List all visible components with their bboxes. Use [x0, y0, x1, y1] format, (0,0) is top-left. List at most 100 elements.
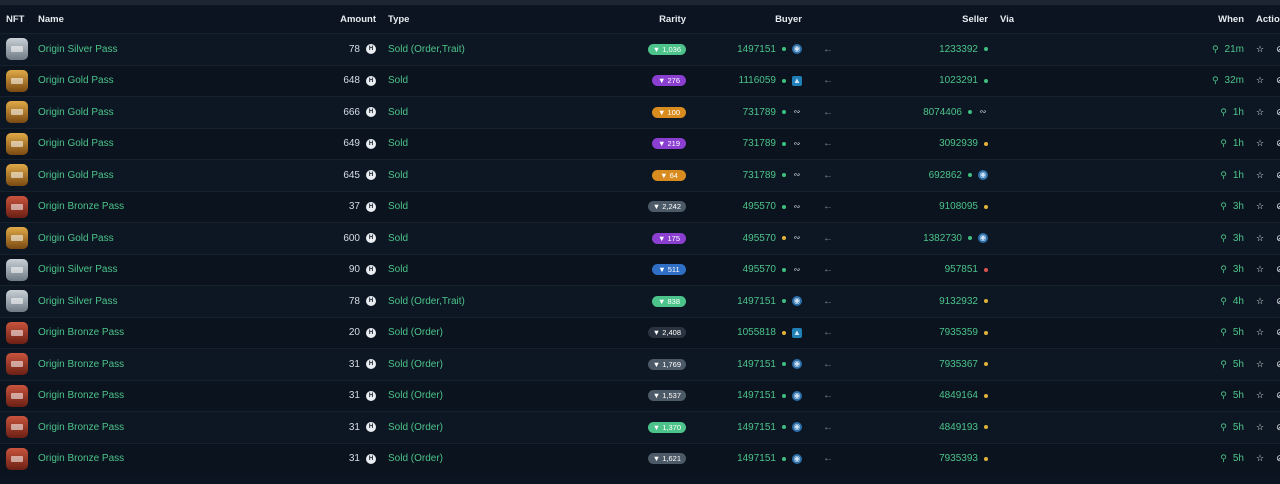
seller-id[interactable]: 9108095 — [939, 201, 978, 212]
when-cell[interactable]: ⚲ 3h — [1134, 222, 1250, 254]
star-icon[interactable]: ☆ — [1256, 327, 1264, 337]
hide-icon[interactable]: ⊘ — [1276, 422, 1280, 432]
seller-id[interactable]: 4849164 — [939, 390, 978, 401]
header-amount[interactable]: Amount — [212, 5, 382, 34]
star-icon[interactable]: ☆ — [1256, 75, 1264, 85]
seller-cell[interactable]: 1233392 — [848, 33, 994, 65]
nft-cell[interactable] — [0, 159, 32, 191]
nft-name[interactable]: Origin Gold Pass — [32, 222, 212, 254]
nft-thumbnail[interactable] — [6, 290, 28, 313]
table-row[interactable]: Origin Silver Pass 78 H Sold (Order,Trait) ▼… — [0, 285, 1280, 317]
when-cell[interactable]: ⚲ 21m — [1134, 33, 1250, 65]
seller-cell[interactable]: 9132932 — [848, 285, 994, 317]
seller-cell[interactable]: 3092939 — [848, 127, 994, 160]
nft-thumbnail[interactable] — [6, 101, 28, 124]
hide-icon[interactable]: ⊘ — [1276, 107, 1280, 117]
hide-icon[interactable]: ⊘ — [1276, 296, 1280, 306]
when-value[interactable]: 5h — [1233, 422, 1244, 433]
buyer-cell[interactable]: 731789 ∾ — [692, 96, 808, 128]
seller-id[interactable]: 7935359 — [939, 327, 978, 338]
nft-thumbnail[interactable] — [6, 321, 28, 344]
buyer-cell[interactable]: 1497151 ◉ — [692, 442, 808, 474]
seller-id[interactable]: 7935393 — [939, 453, 978, 464]
hide-icon[interactable]: ⊘ — [1276, 453, 1280, 463]
when-cell[interactable]: ⚲ 1h — [1134, 96, 1250, 128]
when-value[interactable]: 21m — [1225, 44, 1244, 55]
star-icon[interactable]: ☆ — [1256, 44, 1264, 54]
buyer-id[interactable]: 495570 — [743, 233, 776, 244]
when-cell[interactable]: ⚲ 3h — [1134, 253, 1250, 286]
when-cell[interactable]: ⚲ 4h — [1134, 285, 1250, 317]
nft-name[interactable]: Origin Gold Pass — [32, 96, 212, 128]
star-icon[interactable]: ☆ — [1256, 359, 1264, 369]
seller-cell[interactable]: 9108095 — [848, 190, 994, 223]
header-via[interactable]: Via — [994, 5, 1134, 34]
hide-icon[interactable]: ⊘ — [1276, 233, 1280, 243]
table-row[interactable]: Origin Bronze Pass 31 H Sold (Order) ▼ 1,621… — [0, 442, 1280, 474]
nft-cell[interactable] — [0, 253, 32, 286]
when-value[interactable]: 4h — [1233, 296, 1244, 307]
seller-cell[interactable]: 1023291 — [848, 64, 994, 97]
table-row[interactable]: Origin Gold Pass 649 H Sold ▼ 219 731789 ∾ ← 309… — [0, 127, 1280, 160]
buyer-cell[interactable]: 1497151 ◉ — [692, 411, 808, 443]
header-when[interactable]: When — [1134, 5, 1250, 34]
nft-thumbnail[interactable] — [6, 227, 28, 250]
header-buyer[interactable]: Buyer — [692, 5, 808, 34]
nft-thumbnail[interactable] — [6, 258, 28, 281]
buyer-id[interactable]: 1116059 — [739, 75, 776, 86]
star-icon[interactable]: ☆ — [1256, 264, 1264, 274]
nft-name[interactable]: Origin Bronze Pass — [32, 316, 212, 349]
buyer-id[interactable]: 1497151 — [737, 296, 776, 307]
buyer-id[interactable]: 731789 — [743, 107, 776, 118]
seller-cell[interactable]: 692862 ◉ — [848, 159, 994, 191]
when-cell[interactable]: ⚲ 5h — [1134, 348, 1250, 380]
when-cell[interactable]: ⚲ 1h — [1134, 159, 1250, 191]
buyer-cell[interactable]: 495570 ∾ — [692, 253, 808, 286]
buyer-cell[interactable]: 1116059 ▲ — [692, 64, 808, 97]
when-value[interactable]: 32m — [1225, 75, 1244, 86]
star-icon[interactable]: ☆ — [1256, 107, 1264, 117]
nft-thumbnail[interactable] — [6, 353, 28, 376]
hide-icon[interactable]: ⊘ — [1276, 327, 1280, 337]
nft-cell[interactable] — [0, 96, 32, 128]
buyer-id[interactable]: 1497151 — [737, 422, 776, 433]
buyer-id[interactable]: 1497151 — [737, 453, 776, 464]
buyer-cell[interactable]: 1497151 ◉ — [692, 285, 808, 317]
star-icon[interactable]: ☆ — [1256, 296, 1264, 306]
buyer-id[interactable]: 731789 — [743, 170, 776, 181]
seller-cell[interactable]: 7935393 — [848, 442, 994, 474]
buyer-id[interactable]: 1055818 — [737, 327, 776, 338]
nft-cell[interactable] — [0, 442, 32, 474]
star-icon[interactable]: ☆ — [1256, 170, 1264, 180]
nft-name[interactable]: Origin Gold Pass — [32, 159, 212, 191]
table-row[interactable]: Origin Bronze Pass 31 H Sold (Order) ▼ 1,769… — [0, 348, 1280, 380]
hide-icon[interactable]: ⊘ — [1276, 390, 1280, 400]
seller-id[interactable]: 1382730 — [923, 233, 962, 244]
when-cell[interactable]: ⚲ 32m — [1134, 64, 1250, 97]
seller-cell[interactable]: 1382730 ◉ — [848, 222, 994, 254]
search-icon[interactable]: ⚲ — [1220, 422, 1227, 432]
header-type[interactable]: Type — [382, 5, 592, 34]
star-icon[interactable]: ☆ — [1256, 201, 1264, 211]
table-row[interactable]: Origin Gold Pass 645 H Sold ▼ 64 731789 ∾ ← 6928… — [0, 159, 1280, 191]
nft-name[interactable]: Origin Silver Pass — [32, 253, 212, 286]
buyer-cell[interactable]: 495570 ∾ — [692, 190, 808, 223]
header-seller[interactable]: Seller — [848, 5, 994, 34]
hide-icon[interactable]: ⊘ — [1276, 359, 1280, 369]
table-row[interactable]: Origin Gold Pass 648 H Sold ▼ 276 1116059 ▲ ← 10… — [0, 64, 1280, 97]
nft-cell[interactable] — [0, 33, 32, 65]
seller-cell[interactable]: 8074406 ∾ — [848, 96, 994, 128]
when-cell[interactable]: ⚲ 5h — [1134, 379, 1250, 412]
seller-id[interactable]: 1023291 — [939, 75, 978, 86]
buyer-id[interactable]: 495570 — [743, 201, 776, 212]
buyer-id[interactable]: 495570 — [743, 264, 776, 275]
nft-cell[interactable] — [0, 348, 32, 380]
nft-thumbnail[interactable] — [6, 132, 28, 155]
when-value[interactable]: 1h — [1233, 138, 1244, 149]
nft-name[interactable]: Origin Bronze Pass — [32, 411, 212, 443]
when-value[interactable]: 5h — [1233, 390, 1244, 401]
star-icon[interactable]: ☆ — [1256, 453, 1264, 463]
star-icon[interactable]: ☆ — [1256, 422, 1264, 432]
search-icon[interactable]: ⚲ — [1220, 170, 1227, 180]
buyer-cell[interactable]: 1055818 ▲ — [692, 316, 808, 349]
